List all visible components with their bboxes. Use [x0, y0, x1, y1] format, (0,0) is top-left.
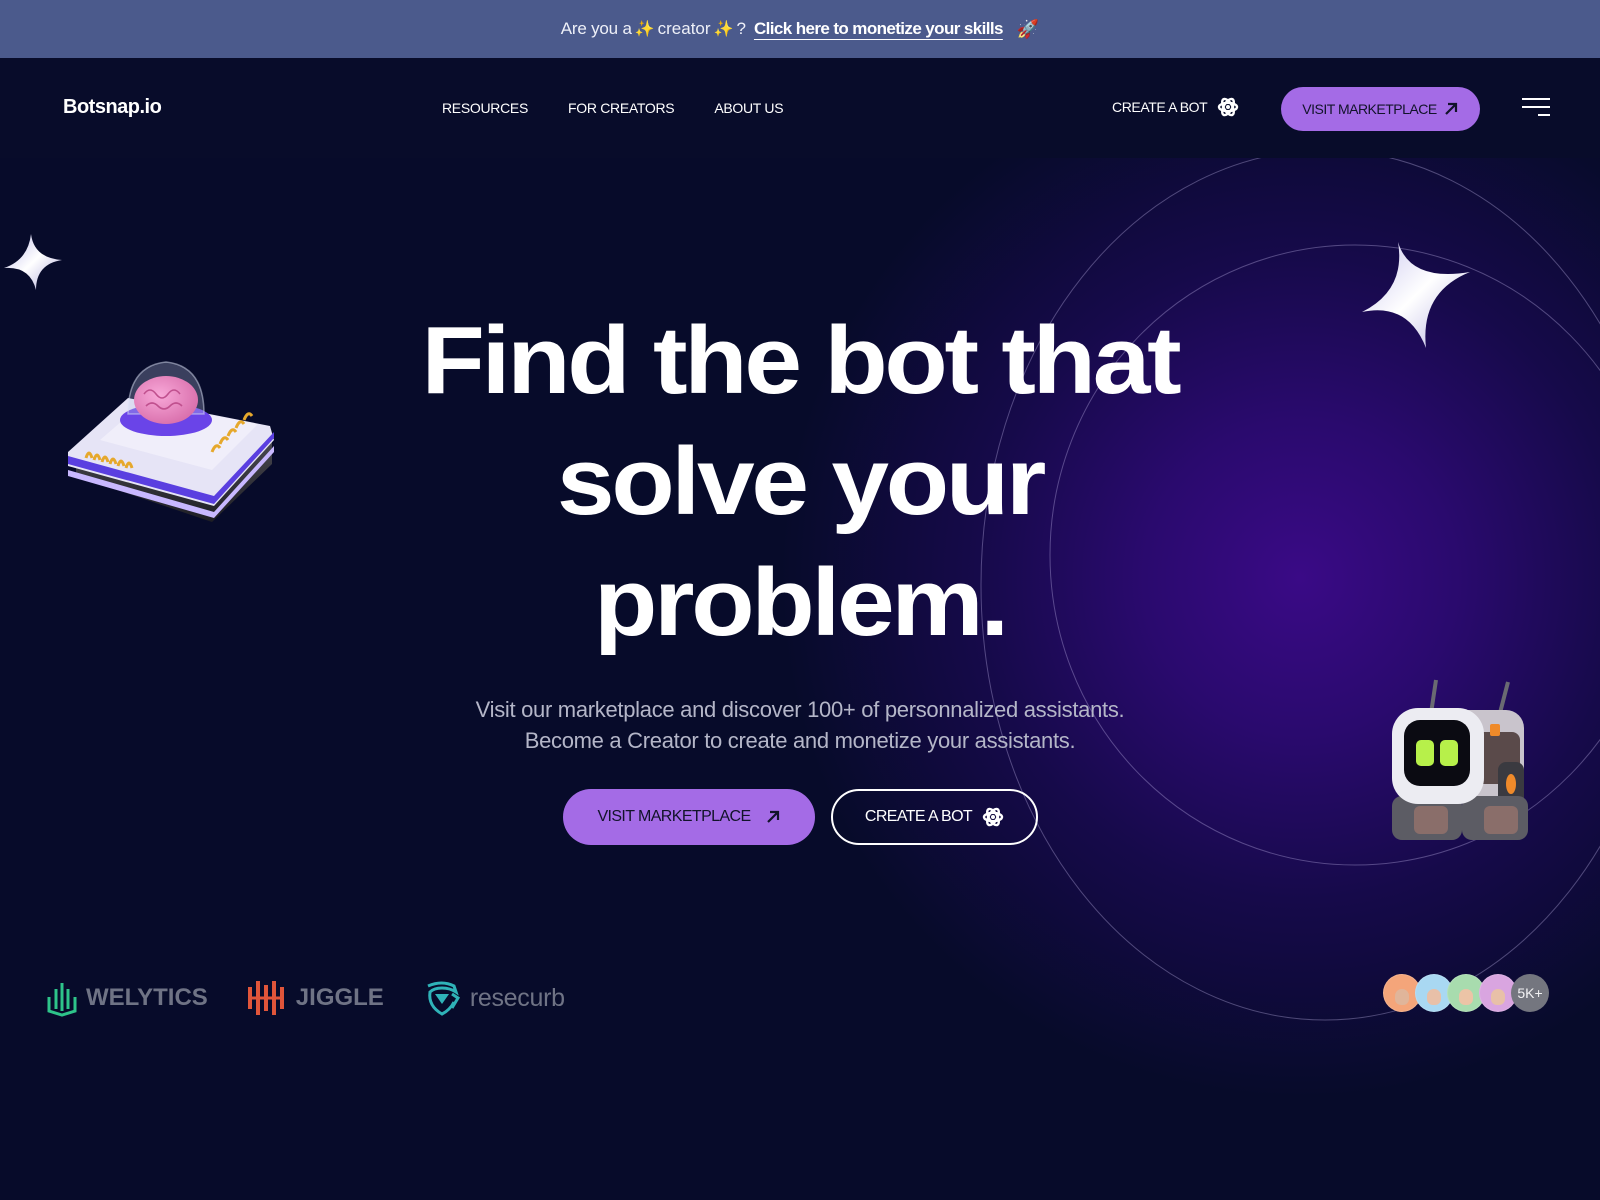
partner-resecurb: resecurb [422, 978, 565, 1018]
announcement-bar: Are you a ✨ creator ✨ ? Click here to mo… [0, 0, 1600, 58]
community-avatars: 5K+ [1383, 974, 1549, 1012]
announcement-question-mark: ? [736, 19, 746, 38]
nav-visit-marketplace-button[interactable]: VISIT MARKETPLACE [1281, 87, 1480, 131]
nav-visit-marketplace-label: VISIT MARKETPLACE [1302, 101, 1437, 117]
visit-marketplace-label: VISIT MARKETPLACE [597, 808, 751, 825]
announcement-creator-text: creator [657, 19, 711, 38]
sparkles-icon: ✨ [634, 21, 655, 38]
hamburger-line [1522, 106, 1550, 108]
avatar-face [1427, 989, 1441, 1005]
headline-line: Find the bot that [421, 307, 1182, 414]
atom-icon [982, 807, 1004, 827]
partner-jiggle: JIGGLE [246, 979, 384, 1017]
nav-link-resources[interactable]: RESOURCES [442, 100, 528, 116]
create-bot-button[interactable]: CREATE A BOT [831, 789, 1038, 845]
avatar-face [1491, 989, 1505, 1005]
hero-subtitle: Visit our marketplace and discover 100+ … [0, 694, 1600, 756]
rocket-icon: 🚀 [1016, 18, 1040, 39]
nav-create-bot-button[interactable]: CREATE A BOT [1112, 96, 1239, 118]
community-count-badge: 5K+ [1511, 974, 1549, 1012]
announcement-lead-text: Are you a [560, 19, 632, 38]
hamburger-line [1538, 114, 1550, 116]
create-bot-label: CREATE A BOT [864, 808, 973, 825]
partner-logos: WELYTICS JIGGLE resecurb [46, 978, 565, 1018]
atom-icon [1218, 97, 1239, 117]
visit-marketplace-button[interactable]: VISIT MARKETPLACE [563, 789, 815, 845]
hero-headline: Find the bot that solve your problem. [0, 300, 1600, 663]
partner-name: WELYTICS [86, 984, 208, 1011]
avatar-face [1395, 989, 1409, 1005]
hero-cta-row: VISIT MARKETPLACE CREATE A BOT [563, 789, 1038, 845]
arrow-up-right-icon [766, 810, 779, 823]
arrow-up-right-icon [1444, 102, 1457, 115]
nav-links: RESOURCES FOR CREATORS ABOUT US [442, 100, 784, 116]
brand-logo[interactable]: Botsnap.io [63, 96, 162, 119]
nav-link-for-creators[interactable]: FOR CREATORS [568, 100, 675, 116]
avatar-face [1459, 989, 1473, 1005]
subtitle-line: Visit our marketplace and discover 100+ … [475, 697, 1125, 722]
welytics-logo-icon [47, 983, 77, 1017]
nav-link-about-us[interactable]: ABOUT US [714, 100, 783, 116]
jiggle-logo-icon [247, 981, 284, 1015]
nav-create-bot-label: CREATE A BOT [1112, 99, 1208, 115]
partner-welytics: WELYTICS [46, 979, 208, 1017]
sparkles-icon: ✨ [713, 21, 734, 38]
partner-name: JIGGLE [295, 984, 384, 1011]
sparkle-icon [4, 234, 62, 290]
hamburger-line [1522, 98, 1550, 100]
subtitle-line: Become a Creator to create and monetize … [524, 728, 1076, 753]
top-nav: Botsnap.io RESOURCES FOR CREATORS ABOUT … [0, 58, 1600, 158]
headline-line: problem. [594, 549, 1009, 656]
hamburger-menu-button[interactable] [1522, 98, 1550, 118]
resecurb-shield-icon [427, 981, 460, 1016]
partner-name: resecurb [469, 983, 565, 1012]
monetize-skills-link[interactable]: Click here to monetize your skills [754, 19, 1003, 39]
headline-line: solve your [556, 428, 1046, 535]
